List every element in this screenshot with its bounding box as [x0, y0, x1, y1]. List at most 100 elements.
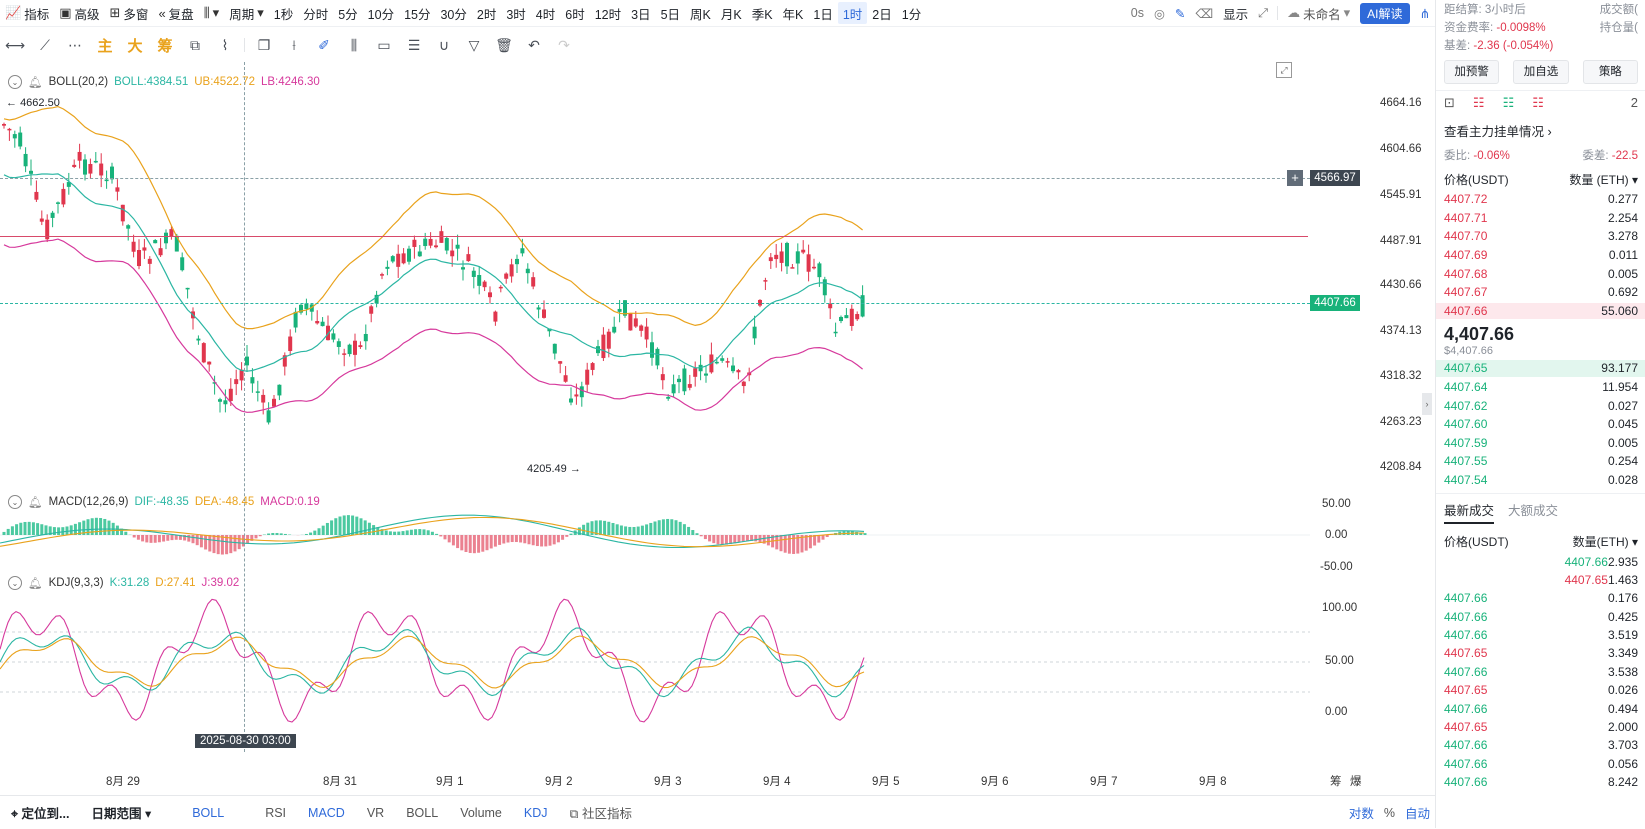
period-4h[interactable]: 4时	[531, 2, 560, 24]
trade-row[interactable]: 4407.650.026	[1436, 681, 1645, 699]
indicator-button[interactable]: 📈指标	[0, 2, 54, 24]
ruler-icon[interactable]: ⟊	[282, 33, 306, 57]
bid-row[interactable]: 4407.6411.954	[1436, 378, 1645, 397]
refresh-interval[interactable]: 0s	[1126, 2, 1149, 24]
more-tools-icon[interactable]: ⋯	[63, 33, 87, 57]
tab-latest-trades[interactable]: 最新成交	[1444, 500, 1494, 524]
tab-large-trades[interactable]: 大额成交	[1508, 500, 1558, 524]
trade-row[interactable]: 4407.651.463	[1436, 571, 1645, 589]
ask-row[interactable]: 4407.712.254	[1436, 209, 1645, 228]
trade-unit-dropdown[interactable]: 数量(ETH) ▾	[1573, 533, 1638, 550]
main-chart-toggle[interactable]: 主	[93, 33, 117, 57]
period-3d[interactable]: 3日	[626, 2, 655, 24]
period-5m[interactable]: 5分	[333, 2, 362, 24]
view-asks-icon[interactable]: ☷	[1532, 95, 1544, 111]
period-2h[interactable]: 2时	[472, 2, 501, 24]
view-both-icon[interactable]: ⊡	[1444, 95, 1455, 111]
advanced-button[interactable]: ▣高级	[54, 2, 104, 24]
candle-tool-icon[interactable]: ⫼	[342, 33, 366, 57]
indicator-boll-main[interactable]: BOLL	[162, 806, 254, 820]
period-30m[interactable]: 30分	[435, 2, 471, 24]
view-bid-ask-icon[interactable]: ☷	[1473, 95, 1485, 111]
share-icon[interactable]: ⋔	[1415, 2, 1435, 24]
filter-icon[interactable]: ▽	[462, 33, 486, 57]
add-alert-button[interactable]: 加预警	[1444, 60, 1499, 84]
period-quarter[interactable]: 季K	[747, 2, 778, 24]
ask-row[interactable]: 4407.6655.060	[1436, 302, 1645, 321]
period-week[interactable]: 周K	[685, 2, 716, 24]
trade-row[interactable]: 4407.668.242	[1436, 773, 1645, 791]
erase-icon[interactable]: ⌫	[1190, 2, 1218, 24]
display-button[interactable]: 显示	[1218, 2, 1253, 24]
period-year[interactable]: 年K	[778, 2, 809, 24]
period-1h[interactable]: 1时	[838, 2, 867, 24]
fullscreen-icon[interactable]: ⤢	[1253, 2, 1273, 24]
trade-row[interactable]: 4407.663.538	[1436, 663, 1645, 681]
locate-button[interactable]: ⌖ 定位到...	[0, 803, 80, 822]
bid-row[interactable]: 4407.590.005	[1436, 434, 1645, 453]
period-12h[interactable]: 12时	[590, 2, 626, 24]
ai-interpret-button[interactable]: AI解读	[1355, 2, 1414, 24]
main-orders-link[interactable]: 查看主力挂单情况 ›	[1436, 115, 1645, 146]
trash-icon[interactable]: 🗑	[492, 33, 516, 57]
multi-window-button[interactable]: ⊞多窗	[105, 2, 154, 24]
trade-row[interactable]: 4407.660.176	[1436, 589, 1645, 607]
bid-row[interactable]: 4407.6593.177	[1436, 359, 1645, 378]
indicator-vr[interactable]: VR	[356, 806, 395, 820]
trend-line-icon[interactable]: ⟋	[33, 33, 57, 57]
log-scale-toggle[interactable]: 对数	[1344, 803, 1379, 822]
indicator-macd[interactable]: MACD	[297, 806, 356, 820]
ask-row[interactable]: 4407.670.692	[1436, 283, 1645, 302]
replay-button[interactable]: «复盘	[153, 2, 198, 24]
percent-scale-toggle[interactable]: %	[1379, 806, 1400, 820]
undo-icon[interactable]: ↶	[522, 33, 546, 57]
period-1m[interactable]: 1分	[897, 2, 926, 24]
ask-row[interactable]: 4407.720.277	[1436, 190, 1645, 209]
large-order-toggle[interactable]: 大	[123, 33, 147, 57]
ask-row[interactable]: 4407.680.005	[1436, 264, 1645, 283]
bid-row[interactable]: 4407.540.028	[1436, 471, 1645, 490]
indicator-volume[interactable]: Volume	[449, 806, 513, 820]
strategy-button[interactable]: 策略	[1583, 60, 1638, 84]
period-month[interactable]: 月K	[716, 2, 747, 24]
trade-row[interactable]: 4407.660.494	[1436, 699, 1645, 717]
period-1s[interactable]: 1秒	[269, 2, 298, 24]
indicator-boll[interactable]: BOLL	[395, 806, 449, 820]
add-alert-icon[interactable]: +	[1287, 170, 1303, 186]
draw-line-icon[interactable]: ✐	[312, 33, 336, 57]
chip-axis-toggle[interactable]: 筹	[1330, 773, 1342, 789]
view-bids-icon[interactable]: ☷	[1503, 95, 1515, 111]
redo-icon[interactable]: ↷	[552, 33, 576, 57]
period-10m[interactable]: 10分	[363, 2, 399, 24]
bid-row[interactable]: 4407.550.254	[1436, 452, 1645, 471]
period-timeline[interactable]: 分时	[298, 2, 333, 24]
liquidation-axis-toggle[interactable]: 爆	[1350, 773, 1362, 789]
add-watchlist-button[interactable]: 加自选	[1513, 60, 1568, 84]
period-6h[interactable]: 6时	[560, 2, 589, 24]
magnet-icon[interactable]: ∪	[432, 33, 456, 57]
chip-toggle[interactable]: 筹	[153, 33, 177, 57]
maximize-icon[interactable]: ⤢	[1276, 62, 1292, 78]
panel-collapse-handle[interactable]: ›	[1422, 393, 1432, 415]
edit-square-icon[interactable]: ⧉	[183, 33, 207, 57]
indicator-rsi[interactable]: RSI	[254, 806, 297, 820]
indicator-kdj[interactable]: KDJ	[513, 806, 559, 820]
period-dropdown[interactable]: 周期▾	[224, 2, 269, 24]
period-3h[interactable]: 3时	[501, 2, 530, 24]
trade-row[interactable]: 4407.662.935	[1436, 552, 1645, 570]
period-15m[interactable]: 15分	[399, 2, 435, 24]
period-1d[interactable]: 1日	[808, 2, 837, 24]
bid-row[interactable]: 4407.600.045	[1436, 415, 1645, 434]
chart-type-button[interactable]: ⫼▾	[199, 2, 225, 24]
trade-row[interactable]: 4407.660.056	[1436, 755, 1645, 773]
precision-selector[interactable]: 2	[1631, 95, 1638, 111]
price-chart[interactable]	[0, 62, 1435, 767]
bid-row[interactable]: 4407.620.027	[1436, 396, 1645, 415]
trade-row[interactable]: 4407.652.000	[1436, 718, 1645, 736]
trade-row[interactable]: 4407.660.425	[1436, 607, 1645, 625]
period-2d[interactable]: 2日	[867, 2, 896, 24]
trade-row[interactable]: 4407.663.519	[1436, 626, 1645, 644]
trade-row[interactable]: 4407.653.349	[1436, 644, 1645, 662]
community-indicator-button[interactable]: ⧉ 社区指标	[559, 803, 643, 822]
note-icon[interactable]: ☰	[402, 33, 426, 57]
